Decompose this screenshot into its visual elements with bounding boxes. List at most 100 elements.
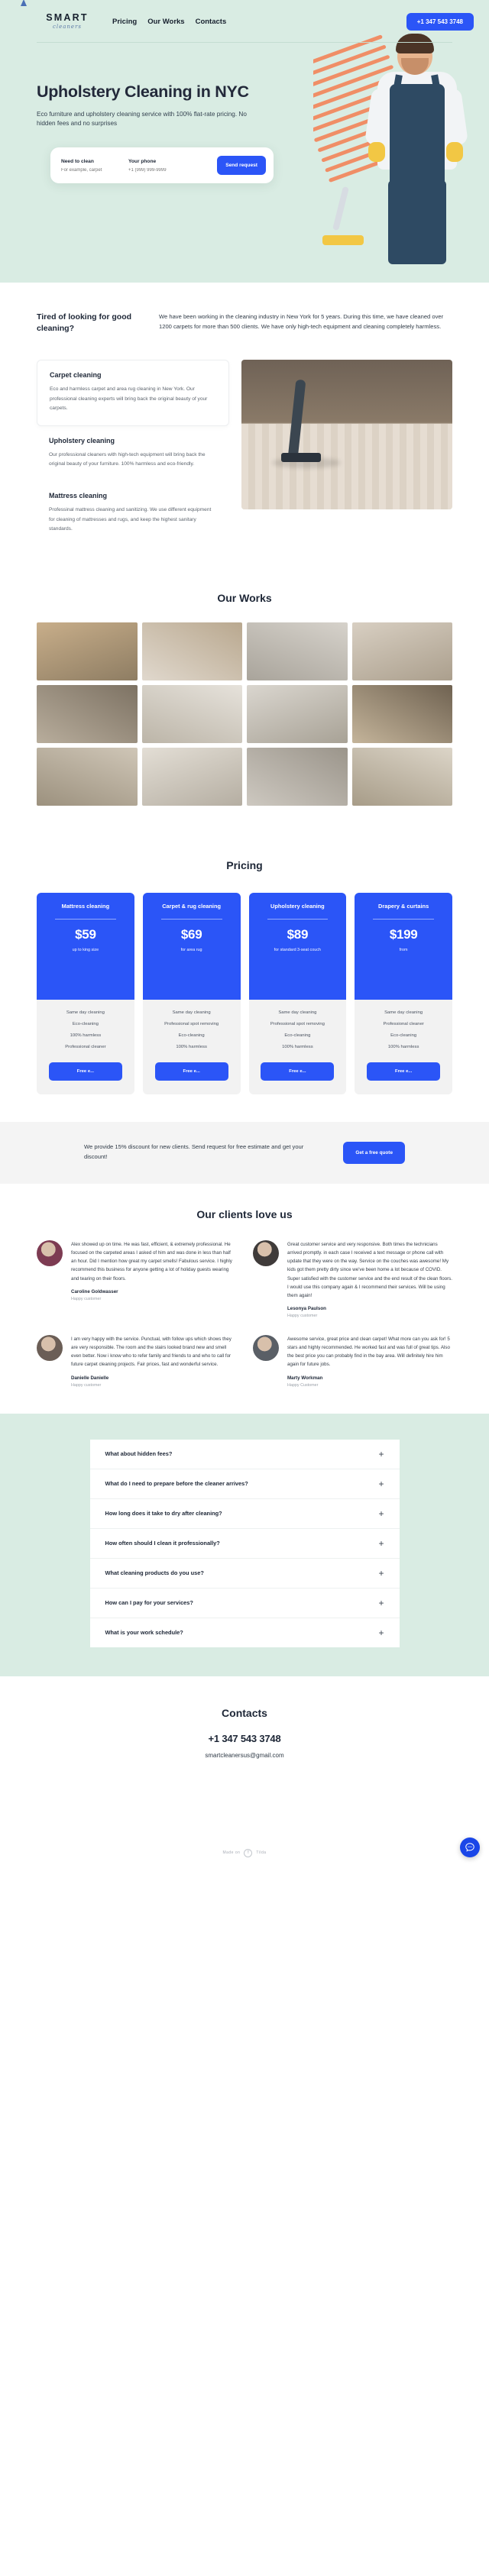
reviews-grid: Alex showed up on time. He was fast, eff…	[37, 1240, 452, 1388]
about-paragraph: We have been working in the cleaning ind…	[159, 313, 444, 331]
faq-item[interactable]: How often should I clean it professional…	[89, 1529, 400, 1559]
faq-item[interactable]: How long does it take to dry after clean…	[89, 1499, 400, 1529]
nav-item-pricing[interactable]: Pricing	[112, 18, 137, 26]
work-thumbnail[interactable]	[141, 622, 242, 680]
site-logo[interactable]: SMART cleaners	[21, 0, 92, 30]
free-estimate-button[interactable]: Free e...	[48, 1062, 122, 1081]
pricing-feature: Same day cleaning	[172, 1010, 211, 1015]
made-on-label: Made on	[222, 1850, 241, 1856]
phone-field: Your phone	[128, 159, 186, 173]
need-to-clean-label: Need to clean	[61, 158, 94, 164]
pricing-card-features: Same day cleaning Eco-cleaning 100% harmle…	[37, 1000, 134, 1094]
faq-item[interactable]: What cleaning products do you use? +	[89, 1559, 400, 1589]
service-card-carpet[interactable]: Carpet cleaning Eco and harmless carpet …	[37, 360, 229, 426]
pricing-card-header: Drapery & curtains $199 from	[355, 892, 452, 1000]
faq-question: What cleaning products do you use?	[105, 1569, 204, 1577]
plus-icon[interactable]: +	[378, 1598, 384, 1608]
plus-icon[interactable]: +	[378, 1450, 384, 1459]
work-thumbnail[interactable]	[247, 747, 348, 806]
review-body: I am very happy with the service. Punctu…	[71, 1335, 236, 1388]
faq-question: How long does it take to dry after clean…	[105, 1510, 222, 1517]
chat-widget-button[interactable]	[460, 1837, 480, 1857]
service-title: Mattress cleaning	[49, 492, 108, 500]
service-card-mattress[interactable]: Mattress cleaning Professinal mattress c…	[37, 481, 229, 546]
logo-tagline: cleaners	[52, 23, 83, 30]
contact-email[interactable]: smartcleanersus@gmail.com	[0, 1752, 489, 1759]
logo-triangle-icon	[21, 0, 27, 6]
pricing-card-divider	[160, 918, 222, 920]
plus-icon[interactable]: +	[378, 1539, 384, 1548]
work-thumbnail[interactable]	[351, 684, 452, 743]
services-section: Carpet cleaning Eco and harmless carpet …	[0, 349, 489, 569]
pricing-card-divider	[55, 918, 116, 920]
phone-input[interactable]	[128, 167, 186, 173]
about-section: Tired of looking for good cleaning? We h…	[0, 283, 489, 350]
pricing-feature: Eco-cleaning	[284, 1033, 311, 1038]
work-thumbnail[interactable]	[351, 622, 452, 680]
service-card-upholstery[interactable]: Upholstery cleaning Our professional cle…	[37, 426, 229, 481]
hero-section: SMART cleaners Pricing Our Works Contact…	[0, 0, 489, 283]
reviews-title: Our clients love us	[196, 1207, 293, 1220]
header-phone-button[interactable]: +1 347 543 3748	[406, 12, 474, 31]
faq-item[interactable]: How can I pay for your services? +	[89, 1589, 400, 1618]
free-estimate-button[interactable]: Free e...	[261, 1062, 335, 1081]
avatar	[37, 1334, 63, 1361]
plus-icon[interactable]: +	[378, 1628, 384, 1637]
work-thumbnail[interactable]	[141, 684, 242, 743]
faq-question: How can I pay for your services?	[105, 1599, 193, 1607]
free-estimate-button[interactable]: Free e...	[154, 1062, 228, 1081]
pricing-card: Mattress cleaning $59 up to king size Same …	[37, 892, 134, 1094]
faq-item[interactable]: What do I need to prepare before the cle…	[89, 1469, 400, 1499]
pricing-feature: Professional cleaner	[65, 1044, 106, 1049]
pricing-card-amount: $199	[389, 926, 418, 942]
service-text: Eco and harmless carpet and area rug cle…	[50, 386, 208, 411]
review-item: Alex showed up on time. He was fast, eff…	[37, 1240, 236, 1318]
pricing-card-name: Mattress cleaning	[61, 902, 110, 910]
need-to-clean-input[interactable]	[61, 167, 121, 173]
avatar	[37, 1240, 63, 1266]
pricing-card-header: Carpet & rug cleaning $69 for area rug	[142, 892, 241, 1000]
free-estimate-button[interactable]: Free e...	[367, 1062, 441, 1081]
discount-banner: We provide 15% discount for new clients.…	[0, 1121, 489, 1184]
pricing-card-header: Upholstery cleaning $89 for standard 3-sea…	[248, 892, 347, 1000]
work-thumbnail[interactable]	[247, 684, 348, 743]
work-thumbnail[interactable]	[37, 747, 138, 806]
pricing-card: Carpet & rug cleaning $69 for area rug Same…	[142, 892, 241, 1094]
send-request-button[interactable]: Send request	[217, 156, 266, 176]
work-thumbnail[interactable]	[141, 747, 242, 806]
faq-item[interactable]: What about hidden fees? +	[89, 1440, 400, 1469]
review-role: Happy Customer	[287, 1382, 319, 1388]
review-author: Lesonya Paulson	[287, 1305, 326, 1311]
contact-phone[interactable]: +1 347 543 3748	[0, 1733, 489, 1744]
pricing-cards: Mattress cleaning $59 up to king size Same …	[37, 892, 452, 1094]
pricing-card-name: Upholstery cleaning	[270, 902, 325, 910]
faq-question: What is your work schedule?	[105, 1629, 183, 1637]
work-thumbnail[interactable]	[247, 622, 348, 680]
pricing-feature: Same day cleaning	[278, 1010, 317, 1015]
review-author: Danielle Danielle	[71, 1375, 109, 1381]
pricing-card: Upholstery cleaning $89 for standard 3-sea…	[248, 892, 347, 1094]
pricing-card-note: for standard 3-seat couch	[274, 947, 321, 952]
made-on-tilda[interactable]: Made on T Tilda	[0, 1848, 489, 1868]
pricing-feature: Same day cleaning	[384, 1010, 423, 1015]
pricing-feature: Eco-cleaning	[72, 1021, 99, 1026]
nav-item-our-works[interactable]: Our Works	[147, 18, 184, 26]
hero-content: Upholstery Cleaning in NYC Eco furniture…	[0, 43, 329, 184]
faq-item[interactable]: What is your work schedule? +	[90, 1618, 400, 1647]
plus-icon[interactable]: +	[378, 1509, 384, 1518]
hero-subtitle: Eco furniture and upholstery cleaning se…	[37, 110, 247, 128]
work-thumbnail[interactable]	[37, 622, 138, 680]
pricing-card-amount: $59	[75, 926, 96, 942]
our-works-section: Our Works	[0, 569, 489, 833]
plus-icon[interactable]: +	[378, 1569, 384, 1578]
work-thumbnail[interactable]	[351, 747, 452, 806]
work-thumbnail[interactable]	[37, 684, 138, 743]
pricing-section: Pricing Mattress cleaning $59 up to king s…	[0, 833, 489, 1122]
review-role: Happy customer	[287, 1313, 318, 1318]
avatar	[253, 1240, 279, 1266]
plus-icon[interactable]: +	[378, 1479, 384, 1488]
get-free-quote-button[interactable]: Get a free quote	[343, 1141, 405, 1164]
review-text: Awesome service, great price and clean c…	[287, 1336, 450, 1368]
nav-item-contacts[interactable]: Contacts	[196, 18, 227, 26]
logo-wordmark: SMART	[46, 12, 89, 24]
